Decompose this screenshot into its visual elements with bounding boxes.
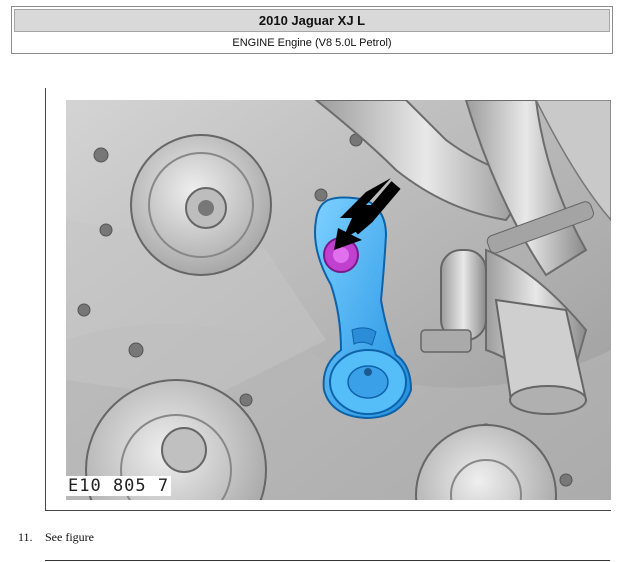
engine-figure: E10 805 7 (45, 88, 611, 511)
procedure-step: 11. See figure (18, 530, 94, 545)
vehicle-title: 2010 Jaguar XJ L (14, 9, 610, 32)
document-header: 2010 Jaguar XJ L ENGINE Engine (V8 5.0L … (11, 6, 613, 54)
section-divider (45, 560, 610, 561)
section-subtitle: ENGINE Engine (V8 5.0L Petrol) (232, 36, 392, 49)
figure-code: E10 805 7 (66, 476, 172, 496)
step-number: 11. (18, 530, 33, 544)
engine-illustration (66, 100, 611, 500)
step-text: See figure (45, 530, 94, 544)
